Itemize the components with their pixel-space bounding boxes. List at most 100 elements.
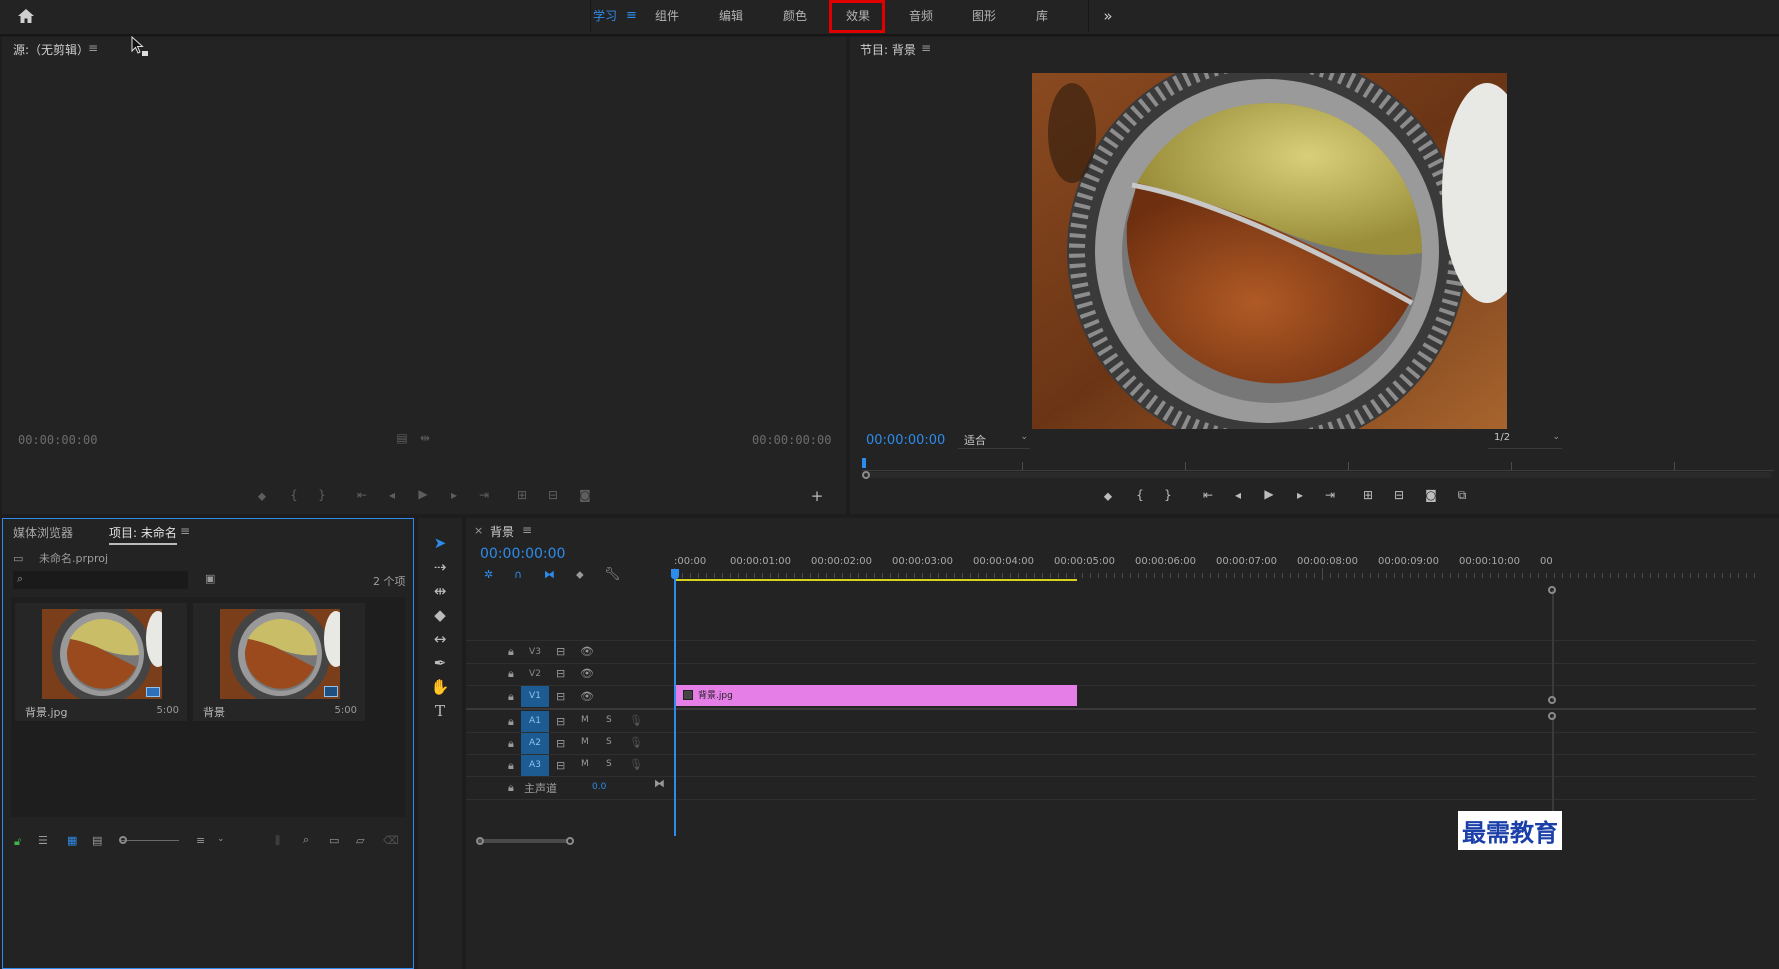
go-to-out-icon[interactable]: ⇥ bbox=[474, 488, 494, 502]
sequence-tab[interactable]: 背景 bbox=[490, 523, 514, 540]
scroll-handle-right[interactable] bbox=[566, 837, 574, 845]
go-to-in-icon[interactable]: ⇤ bbox=[1198, 488, 1218, 502]
play-icon[interactable]: ▶ bbox=[413, 487, 433, 501]
clear-icon[interactable]: ⌫ bbox=[383, 834, 399, 847]
step-forward-icon[interactable]: ▸ bbox=[444, 488, 464, 502]
sort-icon[interactable]: ≡ bbox=[196, 834, 205, 847]
track-target-a3[interactable]: A3 bbox=[521, 755, 549, 776]
scroll-handle-left[interactable] bbox=[476, 837, 484, 845]
sync-lock-icon[interactable]: ⊟ bbox=[556, 645, 565, 658]
freeform-view-icon[interactable]: ▤ bbox=[92, 834, 102, 847]
button-editor-plus-icon[interactable]: + bbox=[807, 487, 827, 505]
program-playhead[interactable] bbox=[862, 458, 866, 468]
zoom-slider[interactable] bbox=[121, 840, 179, 841]
new-bin-from-search-icon[interactable]: ▣ bbox=[205, 572, 215, 585]
scroll-handle-bottom[interactable] bbox=[1548, 696, 1556, 704]
export-frame-icon[interactable]: ◙ bbox=[575, 488, 595, 502]
tab-audio[interactable]: 音频 bbox=[902, 0, 940, 32]
video-vertical-scrollbar[interactable] bbox=[1552, 590, 1554, 700]
track-target-v3[interactable]: V3 bbox=[521, 642, 549, 663]
go-to-in-icon[interactable]: ⇤ bbox=[352, 488, 372, 502]
go-to-end-icon[interactable]: ⧓ bbox=[654, 777, 665, 790]
track-target-v2[interactable]: V2 bbox=[521, 664, 549, 685]
project-panel-menu-icon[interactable]: ≡ bbox=[180, 524, 190, 538]
slip-tool-icon[interactable]: ↔ bbox=[428, 630, 452, 648]
wrench-icon[interactable]: 🔧︎ bbox=[604, 567, 621, 582]
project-search-input[interactable]: ⌕ bbox=[13, 571, 188, 589]
sync-lock-icon[interactable]: ⊟ bbox=[556, 667, 565, 680]
source-drag-icon[interactable]: ⇹ bbox=[415, 431, 435, 445]
track-select-tool-icon[interactable]: ⇢ bbox=[428, 558, 452, 576]
mark-in-icon[interactable]: { bbox=[1130, 488, 1150, 502]
tab-assembly[interactable]: 组件 bbox=[648, 0, 686, 32]
go-to-out-icon[interactable]: ⇥ bbox=[1320, 488, 1340, 502]
extract-icon[interactable]: ⊟ bbox=[1389, 488, 1409, 502]
master-volume-value[interactable]: 0.0 bbox=[592, 782, 606, 792]
step-back-icon[interactable]: ◂ bbox=[1228, 488, 1248, 502]
timeline-clip[interactable]: 背景.jpg bbox=[674, 685, 1077, 706]
tab-editing[interactable]: 编辑 bbox=[712, 0, 750, 32]
compare-view-icon[interactable]: ⧉ bbox=[1452, 488, 1472, 503]
workspace-menu-icon[interactable]: ≡ bbox=[626, 8, 637, 23]
program-zoom-handle[interactable] bbox=[862, 471, 870, 479]
timeline-horizontal-scrollbar[interactable] bbox=[478, 839, 568, 843]
snap-icon[interactable]: ∩ bbox=[514, 568, 522, 581]
type-tool-icon[interactable]: T bbox=[428, 702, 452, 720]
lock-icon[interactable]: 🔒︎ bbox=[508, 645, 514, 659]
timeline-playhead[interactable] bbox=[674, 570, 676, 836]
track-target-v1[interactable]: V1 bbox=[521, 686, 549, 707]
program-panel-menu-icon[interactable]: ≡ bbox=[921, 41, 931, 55]
timeline-menu-icon[interactable]: ≡ bbox=[522, 523, 532, 537]
tab-media-browser[interactable]: 媒体浏览器 bbox=[13, 524, 73, 541]
mark-out-icon[interactable]: } bbox=[312, 488, 332, 502]
mute-button[interactable]: M bbox=[581, 759, 589, 769]
program-scroll-track[interactable] bbox=[864, 472, 1772, 478]
playhead-handle[interactable] bbox=[671, 569, 679, 579]
tab-libraries[interactable]: 库 bbox=[1028, 0, 1056, 32]
program-video-frame[interactable] bbox=[1032, 73, 1507, 429]
tab-color[interactable]: 颜色 bbox=[776, 0, 814, 32]
overflow-icon[interactable]: » bbox=[1098, 0, 1118, 32]
sync-lock-icon[interactable]: ⊟ bbox=[556, 737, 565, 750]
eye-icon[interactable]: 👁︎ bbox=[580, 645, 594, 658]
overwrite-icon[interactable]: ⊟ bbox=[543, 488, 563, 502]
track-target-a1[interactable]: A1 bbox=[521, 711, 549, 732]
project-item[interactable]: 背景 5:00 bbox=[193, 603, 365, 721]
sync-lock-icon[interactable]: ⊟ bbox=[556, 759, 565, 772]
mark-in-icon[interactable]: { bbox=[284, 488, 304, 502]
add-marker-icon[interactable]: ⬥ bbox=[252, 489, 272, 504]
source-settings-icon[interactable]: ▤ bbox=[392, 431, 412, 445]
lock-icon[interactable]: 🔒︎ bbox=[508, 715, 514, 729]
new-bin-icon[interactable]: ▭ bbox=[329, 834, 339, 847]
razor-tool-icon[interactable]: ◆ bbox=[428, 606, 452, 624]
add-marker-icon[interactable]: ⬥ bbox=[576, 568, 584, 582]
nest-icon[interactable]: ✲ bbox=[484, 568, 493, 581]
scroll-handle-top[interactable] bbox=[1548, 712, 1556, 720]
program-mini-ruler[interactable] bbox=[862, 458, 1774, 471]
program-monitor-title[interactable]: 节目: 背景 bbox=[860, 41, 916, 58]
eye-icon[interactable]: 👁︎ bbox=[580, 690, 594, 703]
selection-tool-icon[interactable]: ➤ bbox=[428, 534, 452, 552]
list-view-icon[interactable]: ☰ bbox=[38, 834, 48, 847]
sync-lock-icon[interactable]: ⊟ bbox=[556, 690, 565, 703]
step-back-icon[interactable]: ◂ bbox=[382, 488, 402, 502]
track-target-a2[interactable]: A2 bbox=[521, 733, 549, 754]
source-timecode-left[interactable]: 00:00:00:00 bbox=[18, 433, 97, 447]
automate-to-sequence-icon[interactable]: ⫼ bbox=[275, 834, 280, 848]
chevron-down-icon[interactable]: ⌄ bbox=[217, 834, 225, 844]
tab-graphics[interactable]: 图形 bbox=[965, 0, 1003, 32]
resolution-dropdown[interactable]: 1/2 ⌄ bbox=[1488, 432, 1562, 449]
item-thumbnail[interactable] bbox=[42, 609, 162, 699]
find-icon[interactable]: ⌕ bbox=[303, 833, 309, 847]
program-timecode[interactable]: 00:00:00:00 bbox=[866, 433, 945, 448]
lock-icon[interactable]: 🔒︎ bbox=[508, 737, 514, 751]
icon-view-icon[interactable]: ▦ bbox=[67, 834, 77, 847]
play-icon[interactable]: ▶ bbox=[1259, 487, 1279, 501]
add-marker-icon[interactable]: ⬥ bbox=[1098, 489, 1118, 504]
tab-project[interactable]: 项目: 未命名 bbox=[109, 524, 177, 545]
tab-learning[interactable]: 学习 bbox=[588, 0, 622, 32]
mute-button[interactable]: M bbox=[581, 715, 589, 725]
sync-lock-icon[interactable]: ⊟ bbox=[556, 715, 565, 728]
zoom-slider-handle[interactable] bbox=[119, 836, 127, 844]
eye-icon[interactable]: 👁︎ bbox=[580, 667, 594, 680]
